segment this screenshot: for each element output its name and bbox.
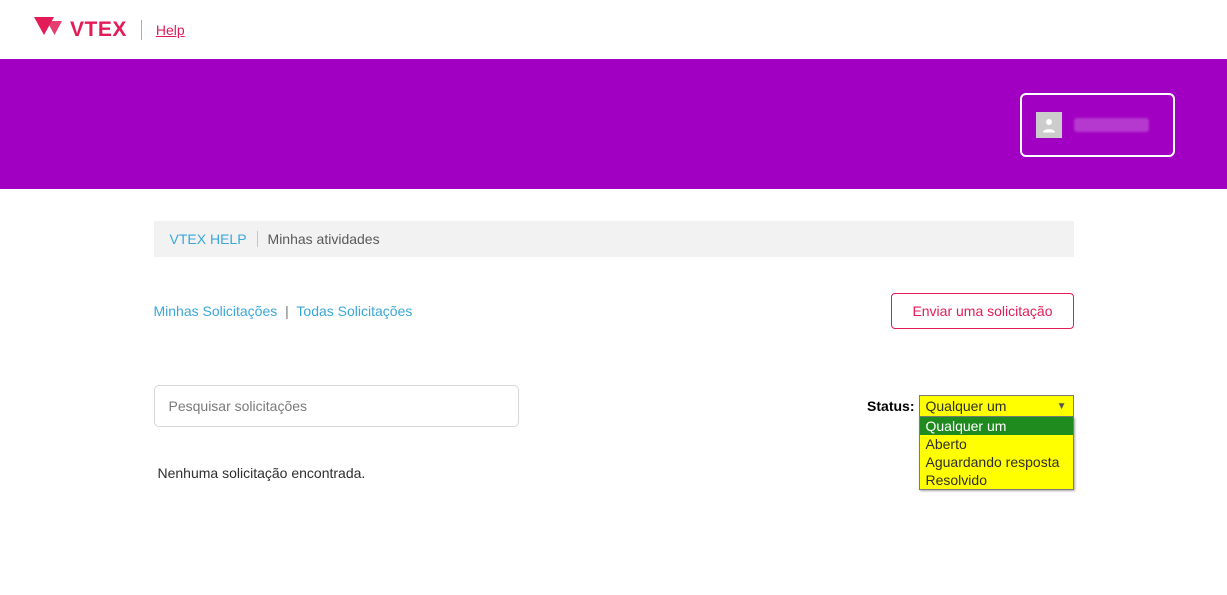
subnav-separator: | [285, 303, 289, 319]
banner [0, 59, 1227, 189]
breadcrumb: VTEX HELP Minhas atividades [154, 221, 1074, 257]
search-input[interactable] [154, 385, 519, 427]
my-requests-link[interactable]: Minhas Solicitações [154, 303, 278, 319]
subnav-links: Minhas Solicitações | Todas Solicitações [154, 303, 413, 319]
subnav-row: Minhas Solicitações | Todas Solicitações… [154, 293, 1074, 329]
top-bar: VTEX Help [0, 0, 1227, 59]
topbar-divider [141, 20, 142, 40]
brand-text: VTEX [70, 18, 127, 42]
status-filter: Status: Qualquer um ▼ Qualquer um Aberto… [867, 395, 1073, 417]
status-selected-value: Qualquer um [926, 398, 1007, 414]
filter-row: Status: Qualquer um ▼ Qualquer um Aberto… [154, 385, 1074, 427]
username-blurred [1074, 118, 1149, 132]
vtex-logo-icon [34, 17, 64, 43]
send-request-button[interactable]: Enviar uma solicitação [891, 293, 1073, 329]
status-option[interactable]: Aberto [920, 435, 1073, 453]
status-option[interactable]: Aguardando resposta [920, 453, 1073, 471]
status-options: Qualquer um Aberto Aguardando resposta R… [919, 417, 1074, 490]
status-option[interactable]: Qualquer um [920, 417, 1073, 435]
brand-logo[interactable]: VTEX [34, 17, 127, 43]
breadcrumb-root-link[interactable]: VTEX HELP [170, 231, 247, 247]
all-requests-link[interactable]: Todas Solicitações [296, 303, 412, 319]
chevron-down-icon: ▼ [1057, 401, 1067, 412]
help-link[interactable]: Help [156, 22, 185, 38]
user-box[interactable] [1020, 93, 1175, 157]
breadcrumb-separator [257, 231, 258, 247]
status-option[interactable]: Resolvido [920, 471, 1073, 489]
user-icon [1040, 116, 1058, 134]
status-select-display[interactable]: Qualquer um ▼ [919, 395, 1074, 417]
content: VTEX HELP Minhas atividades Minhas Solic… [154, 221, 1074, 481]
status-select[interactable]: Qualquer um ▼ Qualquer um Aberto Aguarda… [919, 395, 1074, 417]
status-label: Status: [867, 395, 914, 414]
breadcrumb-current: Minhas atividades [268, 231, 380, 247]
avatar [1036, 112, 1062, 138]
